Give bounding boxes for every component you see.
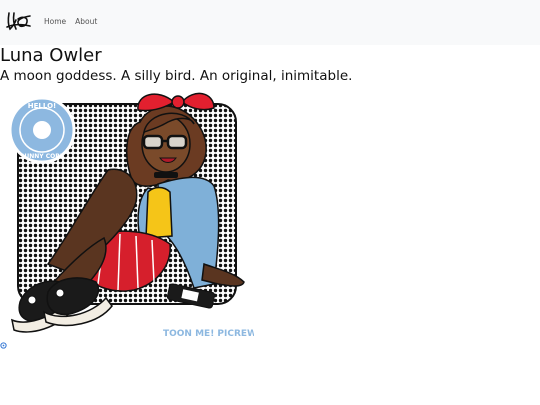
page-tagline: A moon goddess. A silly bird. An origina… <box>0 68 353 84</box>
link-icon[interactable] <box>0 342 7 349</box>
hello-sunny-core-badge: HELLO! SUNNY CORE <box>8 96 76 164</box>
red-bow <box>137 92 215 112</box>
top-navbar: Home About <box>0 0 540 45</box>
signature-logo-icon[interactable] <box>4 7 32 35</box>
nav-about-link[interactable]: About <box>75 17 97 26</box>
picrew-credit: TOON ME! PICREW <box>163 329 254 339</box>
nav-home-link[interactable]: Home <box>44 17 66 26</box>
nav-links: Home About <box>44 17 97 26</box>
page-title: Luna Owler <box>0 45 102 66</box>
svg-text:SUNNY CORE: SUNNY CORE <box>20 153 64 160</box>
svg-text:HELLO!: HELLO! <box>28 102 56 110</box>
character-illustration: HELLO! SUNNY CORE TOON ME! PICREW <box>8 92 254 339</box>
